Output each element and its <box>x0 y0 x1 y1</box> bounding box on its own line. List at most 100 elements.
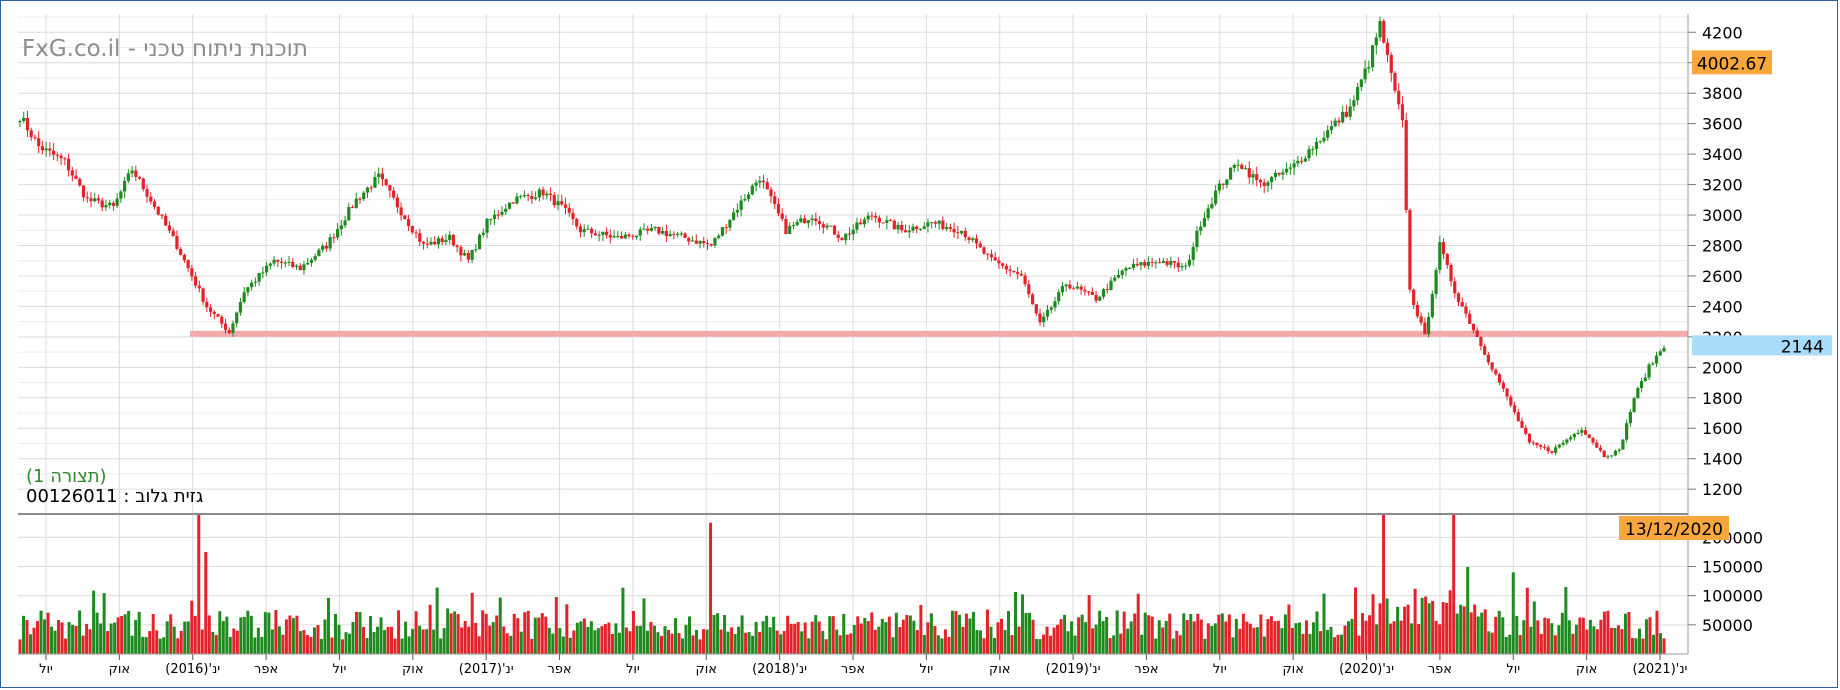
candle-body <box>720 227 725 236</box>
volume-bar <box>1329 626 1333 654</box>
candle-body <box>1602 450 1606 458</box>
volume-bar <box>621 587 625 654</box>
candle-body <box>605 231 609 236</box>
volume-bar <box>688 616 692 654</box>
volume-bar <box>1269 616 1273 654</box>
candle-body <box>1273 172 1278 177</box>
price-tick-label: 3800 <box>1702 84 1743 103</box>
volume-bar <box>1606 610 1610 654</box>
volume-bar <box>677 632 681 654</box>
volume-bar <box>474 622 478 654</box>
candle-body <box>365 187 370 193</box>
volume-bar <box>586 626 590 654</box>
volume-bar <box>1133 613 1137 654</box>
volume-bar <box>716 613 720 654</box>
candle-body <box>1348 106 1352 117</box>
candle-body <box>974 238 979 244</box>
candle-body <box>1023 275 1027 285</box>
x-tick-label: יול <box>1213 662 1227 677</box>
price-tick-label: 4200 <box>1702 23 1743 42</box>
volume-bar <box>323 619 327 654</box>
volume-bar <box>1273 621 1277 654</box>
volume-bar <box>1336 634 1340 654</box>
candle-body <box>317 249 321 257</box>
volume-bar <box>390 626 394 654</box>
volume-bar <box>288 615 292 654</box>
candle-body <box>1505 388 1509 397</box>
candle-body <box>705 243 710 245</box>
candle-body <box>537 189 541 198</box>
candle-body <box>900 224 904 231</box>
candle-body <box>945 227 949 229</box>
volume-bar <box>102 593 106 654</box>
x-tick-label: יול <box>1506 662 1520 677</box>
candle-body <box>504 208 508 212</box>
volume-bar <box>1266 619 1270 654</box>
candle-body <box>40 146 45 151</box>
volume-bar <box>754 621 758 654</box>
candle-body <box>1580 430 1584 433</box>
candle-body <box>59 155 63 159</box>
volume-bar <box>239 617 243 654</box>
candle-body <box>586 228 590 230</box>
x-tick-label: ינ'(2021) <box>1633 662 1688 677</box>
volume-bar <box>1644 619 1648 654</box>
candle-body <box>1176 262 1180 268</box>
candle-body <box>1124 268 1128 271</box>
volume-bar <box>610 633 614 654</box>
volume-bar <box>1038 639 1042 654</box>
candle-body <box>403 215 407 219</box>
candle-body <box>1512 405 1517 413</box>
candle-body <box>134 170 138 177</box>
candle-body <box>915 226 919 230</box>
volume-bar <box>435 587 439 654</box>
volume-bar <box>74 626 78 654</box>
volume-bar <box>1101 621 1105 654</box>
volume-bar <box>884 622 888 654</box>
candle-body <box>1217 183 1221 191</box>
candle-body <box>414 232 418 234</box>
candle-body <box>74 175 78 179</box>
volume-bar <box>1634 638 1638 654</box>
volume-bar <box>768 627 772 654</box>
volume-bar <box>1126 628 1130 654</box>
volume-bar <box>642 598 646 654</box>
candle-body <box>1045 309 1050 317</box>
volume-bar <box>505 633 509 654</box>
volume-bar <box>449 613 453 654</box>
volume-bar <box>859 623 863 654</box>
volume-bar <box>747 632 751 654</box>
volume-tick-label: 50000 <box>1702 616 1753 635</box>
volume-bar <box>309 636 313 654</box>
volume-bar <box>810 621 814 654</box>
price-tick-label: 2000 <box>1702 358 1743 377</box>
candle-body <box>1210 203 1214 209</box>
candle-body <box>642 228 646 230</box>
volume-bar <box>477 636 481 654</box>
volume-bar <box>733 633 737 654</box>
candle-body <box>803 218 807 224</box>
candle-body <box>1598 447 1603 451</box>
candle-body <box>78 178 82 186</box>
volume-bar <box>1231 637 1235 654</box>
volume-bar <box>1213 623 1217 654</box>
volume-bar <box>498 597 502 654</box>
volume-bar <box>1434 620 1438 654</box>
candle-body <box>1583 430 1588 435</box>
volume-bar <box>60 622 64 654</box>
candle-body <box>1393 72 1397 91</box>
volume-bar <box>579 621 583 654</box>
candle-body <box>735 209 739 213</box>
candle-body <box>556 201 560 206</box>
volume-bar <box>1154 638 1158 654</box>
candle-body <box>477 234 482 250</box>
volume-bar <box>1007 611 1011 654</box>
volume-bar <box>1052 627 1056 654</box>
volume-bar <box>575 622 579 654</box>
volume-bar <box>183 621 187 654</box>
candle-body <box>1625 423 1629 440</box>
candle-body <box>48 148 52 151</box>
candle-body <box>141 178 145 190</box>
candle-body <box>788 225 792 235</box>
candle-body <box>683 233 687 239</box>
